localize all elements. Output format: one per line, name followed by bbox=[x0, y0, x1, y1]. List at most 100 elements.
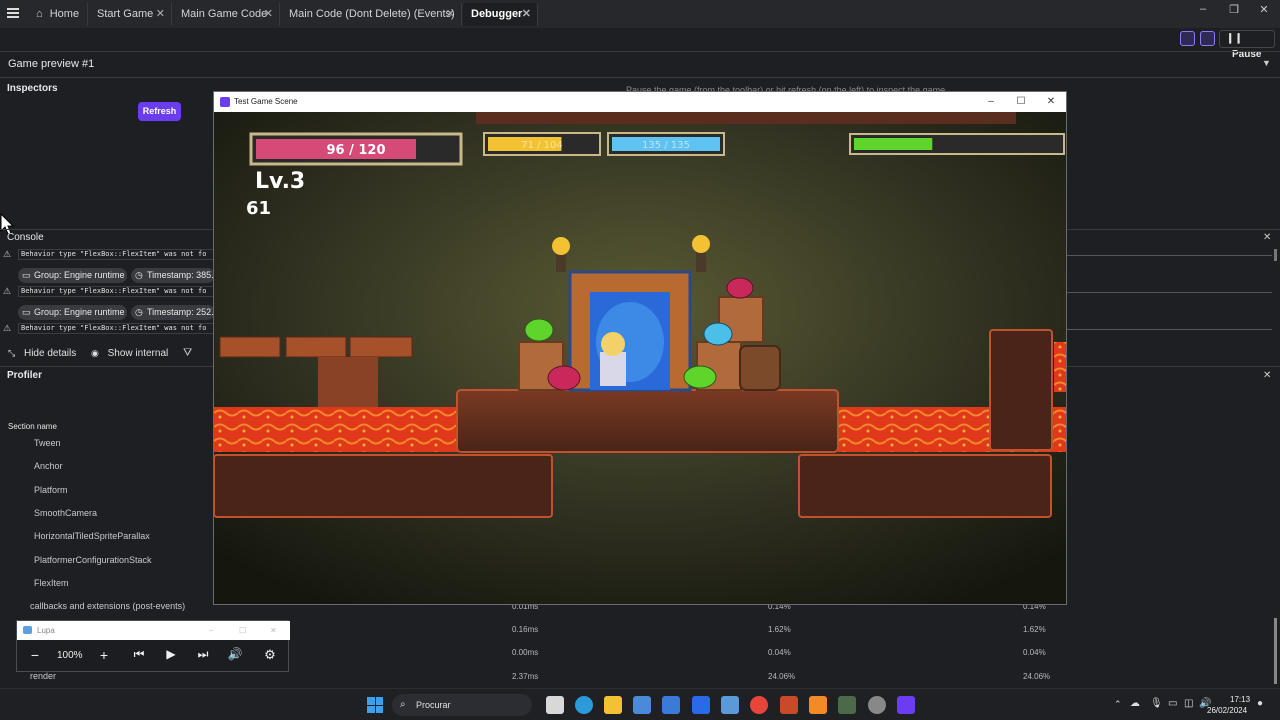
close-icon[interactable]: ✕ bbox=[264, 3, 273, 26]
mail-icon[interactable] bbox=[662, 696, 680, 714]
log-row-line bbox=[1067, 292, 1272, 293]
play-icon[interactable]: ▶ bbox=[161, 647, 181, 661]
profiler-percent: 24.06% bbox=[1023, 672, 1051, 681]
refresh-button[interactable]: Refresh bbox=[138, 102, 181, 121]
read-aloud-icon[interactable]: 🔊 bbox=[225, 647, 245, 661]
right-block bbox=[989, 329, 1053, 451]
close-console-icon[interactable]: ✕ bbox=[1263, 232, 1271, 243]
start-icon[interactable] bbox=[367, 697, 383, 713]
tray-chevron-icon[interactable]: ⌃ bbox=[1114, 699, 1122, 710]
dropbox-icon[interactable] bbox=[692, 696, 710, 714]
warning-icon: ⚠ bbox=[3, 286, 12, 296]
timestamp-chip[interactable]: ◷ Timestamp: 252.8 bbox=[131, 305, 215, 320]
refresh-toolbar-icon[interactable] bbox=[1180, 31, 1195, 46]
profiler-row-name[interactable]: callbacks and extensions (post-events) bbox=[30, 601, 185, 611]
zoom-in-button[interactable]: + bbox=[94, 647, 114, 663]
maximize-icon[interactable]: ☐ bbox=[1006, 92, 1036, 112]
group-chip[interactable]: ▭ Group: Engine runtime bbox=[18, 268, 127, 283]
filter-icon[interactable]: ⛛ bbox=[183, 347, 192, 360]
step-toolbar-icon[interactable] bbox=[1200, 31, 1215, 46]
close-icon[interactable]: ✕ bbox=[446, 3, 455, 26]
search-box[interactable]: ⌕ Procurar bbox=[392, 694, 532, 716]
remote-desktop-icon[interactable] bbox=[721, 696, 739, 714]
profiler-section[interactable]: Anchor bbox=[34, 461, 63, 471]
chevron-down-icon[interactable]: ▼ bbox=[1262, 58, 1271, 68]
profiler-section[interactable]: Tween bbox=[34, 438, 61, 448]
notification-icon[interactable]: ● bbox=[1257, 698, 1263, 709]
magnifier-titlebar[interactable]: Lupa – ☐ ✕ bbox=[17, 621, 290, 640]
close-profiler-icon[interactable]: ✕ bbox=[1263, 370, 1271, 381]
brave-icon[interactable] bbox=[809, 696, 827, 714]
profiler-section[interactable]: PlatformerConfigurationStack bbox=[34, 555, 152, 565]
section-name-header: Section name bbox=[8, 422, 57, 431]
log-message[interactable]: Behavior type "FlexBox::FlexItem" was no… bbox=[18, 323, 214, 334]
game-window[interactable]: Test Game Scene – ☐ ✕ 96 / 120 Lv.3 61 7… bbox=[213, 91, 1067, 605]
chip-label: Timestamp: 252.8 bbox=[147, 307, 215, 317]
tab-start-game[interactable]: Start Game ✕ bbox=[89, 3, 172, 26]
magnifier-icon bbox=[23, 626, 32, 634]
profiler-section[interactable]: HorizontalTiledSpriteParallax bbox=[34, 531, 150, 541]
brick-platform bbox=[219, 336, 281, 358]
eye-icon: ◉ bbox=[91, 348, 99, 358]
profiler-time: 0.00ms bbox=[512, 648, 539, 657]
profiler-scrollbar[interactable] bbox=[1274, 618, 1277, 684]
settings-icon[interactable]: ⚙ bbox=[260, 647, 280, 663]
restore-icon[interactable]: ❐ bbox=[1221, 3, 1247, 16]
timestamp-chip[interactable]: ◷ Timestamp: 385.4 bbox=[131, 268, 215, 283]
group-chip[interactable]: ▭ Group: Engine runtime bbox=[18, 305, 127, 320]
close-icon[interactable]: ✕ bbox=[522, 3, 531, 26]
hide-details-button[interactable]: ⤡ Hide details bbox=[8, 348, 76, 359]
microphone-icon[interactable]: 🎙 bbox=[1150, 698, 1163, 709]
tab-debugger[interactable]: Debugger ✕ bbox=[463, 3, 538, 26]
pause-button[interactable]: ❙❙ Pause bbox=[1219, 30, 1275, 60]
profiler-percent: 1.62% bbox=[1023, 625, 1046, 634]
game-window-titlebar[interactable]: Test Game Scene – ☐ ✕ bbox=[214, 92, 1066, 112]
network-icon[interactable]: ◫ bbox=[1184, 698, 1193, 709]
profiler-section[interactable]: SmoothCamera bbox=[34, 508, 97, 518]
zoom-out-button[interactable]: − bbox=[25, 647, 45, 663]
close-icon[interactable]: ✕ bbox=[1036, 92, 1066, 112]
magnifier-window[interactable]: Lupa – ☐ ✕ − 100% + ⏮ ▶ ⏭ 🔊 ⚙ bbox=[16, 620, 290, 672]
divider bbox=[0, 51, 1280, 52]
next-icon[interactable]: ⏭ bbox=[193, 647, 213, 662]
task-view-icon[interactable] bbox=[546, 696, 564, 714]
gdevelop-taskbar-icon[interactable] bbox=[897, 696, 915, 714]
pause-icon: ❙❙ bbox=[1226, 33, 1243, 44]
maximize-icon[interactable]: ☐ bbox=[239, 621, 246, 640]
minimize-icon[interactable]: – bbox=[209, 621, 213, 640]
tab-main-game-code[interactable]: Main Game Code ✕ bbox=[173, 3, 280, 26]
log-row-line bbox=[1067, 329, 1272, 330]
app-icon[interactable] bbox=[780, 696, 798, 714]
console-scrollbar[interactable] bbox=[1274, 249, 1277, 261]
menu-icon[interactable] bbox=[7, 8, 19, 18]
profiler-section[interactable]: Platform bbox=[34, 485, 68, 495]
tab-home[interactable]: ⌂ Home bbox=[28, 3, 88, 26]
clock-time[interactable]: 17:13 bbox=[1230, 695, 1250, 704]
chrome-icon[interactable] bbox=[750, 696, 768, 714]
show-internal-toggle[interactable]: ◉ Show internal bbox=[91, 348, 168, 359]
profiler-section[interactable]: FlexItem bbox=[34, 578, 69, 588]
cloud-icon[interactable]: ☁ bbox=[1130, 698, 1140, 709]
tab-main-code-events[interactable]: Main Code (Dont Delete) (Events) ✕ bbox=[281, 3, 462, 26]
divider bbox=[0, 77, 1280, 78]
store-icon[interactable] bbox=[633, 696, 651, 714]
clock-date[interactable]: 26/02/2024 bbox=[1207, 706, 1247, 715]
minimize-icon[interactable]: – bbox=[1190, 3, 1216, 15]
log-message[interactable]: Behavior type "FlexBox::FlexItem" was no… bbox=[18, 249, 214, 260]
app-icon[interactable] bbox=[838, 696, 856, 714]
close-window-icon[interactable]: ✕ bbox=[1251, 3, 1277, 16]
edge-icon[interactable] bbox=[575, 696, 593, 714]
display-icon[interactable]: ▭ bbox=[1168, 698, 1177, 709]
file-explorer-icon[interactable] bbox=[604, 696, 622, 714]
minimize-icon[interactable]: – bbox=[976, 92, 1006, 112]
app-icon[interactable] bbox=[868, 696, 886, 714]
close-icon[interactable]: ✕ bbox=[270, 621, 277, 640]
profiler-row-name[interactable]: render bbox=[30, 671, 56, 681]
mana-text: 135 / 135 bbox=[642, 140, 690, 151]
previous-icon[interactable]: ⏮ bbox=[129, 647, 149, 662]
tab-bar: ⌂ Home Start Game ✕ Main Game Code ✕ Mai… bbox=[0, 0, 1280, 28]
lava-pillar bbox=[1054, 342, 1066, 392]
game-canvas[interactable]: 96 / 120 Lv.3 61 71 / 104 135 / 135 bbox=[214, 112, 1067, 605]
log-message[interactable]: Behavior type "FlexBox::FlexItem" was no… bbox=[18, 286, 214, 297]
close-icon[interactable]: ✕ bbox=[156, 3, 165, 26]
